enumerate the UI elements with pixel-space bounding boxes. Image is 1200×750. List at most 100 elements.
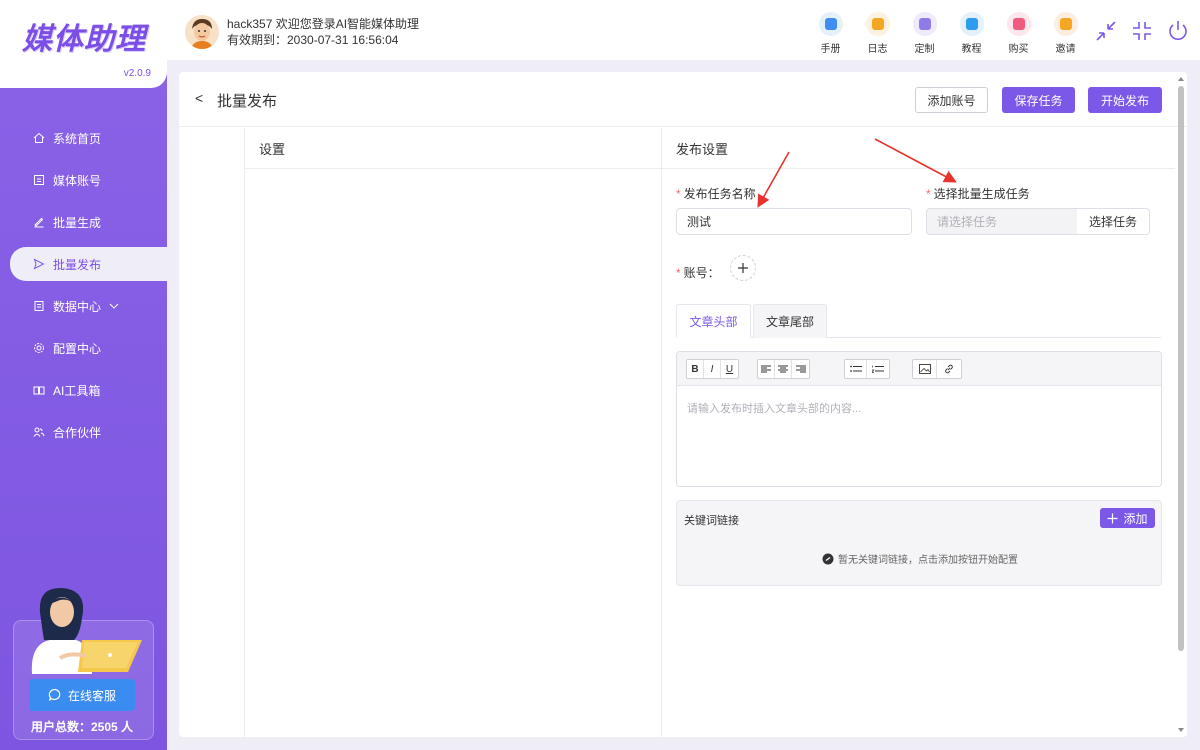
tool-manual[interactable]: 手册 [807,12,854,55]
online-service-button[interactable]: 在线客服 [29,679,135,711]
home-icon [33,132,45,144]
custom-icon [912,12,937,36]
add-keyword-button[interactable]: 添加 [1100,508,1155,528]
required-mark: * [926,187,931,201]
tool-label: 定制 [914,44,935,55]
keyword-links-title: 关键词链接 [684,515,739,527]
account-icon [33,174,45,186]
sidebar-nav: 系统首页 媒体账号 批量生成 批量发布 数据中心 配置中心 AI工具箱 合作伙伴 [0,117,167,453]
user-count: 用户总数：2505 人 [31,720,134,734]
tool-label: 手册 [820,44,841,55]
start-publish-button[interactable]: 开始发布 [1088,87,1162,113]
sidebar-item-batch-generate[interactable]: 批量生成 [0,201,167,243]
sidebar-item-config-center[interactable]: 配置中心 [0,327,167,369]
tool-label: 教程 [961,44,982,55]
sidebar: 媒体助理 v2.0.9 系统首页 媒体账号 批量生成 批量发布 数据中心 配置中… [0,0,167,750]
tool-invite[interactable]: 邀请 [1042,12,1089,55]
keyword-empty-state: 暂无关键词链接，点击添加按钮开始配置 [822,551,1018,566]
select-task-input[interactable]: 请选择任务 [926,208,1078,235]
bold-button[interactable]: B [687,360,704,378]
header-toolbar: 手册 日志 定制 教程 购买 邀请 [807,12,1089,55]
left-strip [179,128,245,737]
scroll-up-icon[interactable] [1175,74,1187,84]
insert-group [912,359,962,379]
add-keyword-label: 添加 [1123,511,1148,526]
toolbox-icon [33,384,45,396]
keyword-links-panel: 关键词链接 添加 暂无关键词链接，点击添加按钮开始配置 [676,500,1162,586]
sidebar-item-label: 系统首页 [53,131,102,146]
tool-purchase[interactable]: 购买 [995,12,1042,55]
pen-icon [33,216,45,228]
save-task-button[interactable]: 保存任务 [1002,87,1075,113]
purchase-icon [1006,12,1031,36]
page-topbar: < 批量发布 添加账号 保存任务 开始发布 [179,72,1187,127]
select-task-button[interactable]: 选择任务 [1077,208,1150,235]
log-icon [865,12,890,36]
vertical-scrollbar[interactable] [1175,72,1187,737]
sidebar-item-label: AI工具箱 [53,383,101,398]
sidebar-item-label: 数据中心 [53,299,102,314]
italic-button[interactable]: I [704,360,721,378]
tool-tutorial[interactable]: 教程 [948,12,995,55]
sidebar-item-media-accounts[interactable]: 媒体账号 [0,159,167,201]
rich-text-editor: B I U 请输入发布时插入文章头部的内容... [676,351,1162,487]
editor-placeholder[interactable]: 请输入发布时插入文章头部的内容... [687,400,861,416]
page-title: 批量发布 [217,93,278,110]
required-mark: * [676,266,681,280]
list-group [844,359,890,379]
shrink-icon[interactable] [1094,19,1118,43]
chat-icon [48,688,61,701]
tool-custom[interactable]: 定制 [901,12,948,55]
settings-panel: 设置 [245,128,662,737]
tutorial-icon [959,12,984,36]
account-label-text: 账号： [683,266,720,280]
align-left-icon[interactable] [758,360,775,378]
partner-icon [33,426,45,438]
select-task-label-text: 选择批量生成任务 [933,187,1030,201]
app-logo[interactable]: 媒体助理 [22,14,146,58]
format-group: B I U [686,359,739,379]
scrollbar-thumb[interactable] [1178,86,1184,651]
editor-toolbar: B I U [677,352,1161,386]
tool-log[interactable]: 日志 [854,12,901,55]
sidebar-item-batch-publish[interactable]: 批量发布 [10,247,167,281]
add-account-plus-button[interactable] [730,255,756,281]
back-button[interactable]: < [195,90,203,106]
task-name-input[interactable]: 测试 [676,208,912,235]
sidebar-item-partners[interactable]: 合作伙伴 [0,411,167,453]
sidebar-item-label: 媒体账号 [53,173,102,188]
sidebar-item-label: 批量生成 [53,215,102,230]
tab-article-header[interactable]: 文章头部 [676,304,751,338]
invite-icon [1053,12,1078,36]
plus-icon [1107,513,1118,523]
sidebar-item-ai-toolbox[interactable]: AI工具箱 [0,369,167,411]
align-right-icon[interactable] [792,360,809,378]
avatar[interactable] [185,15,219,49]
keyword-empty-text: 暂无关键词链接，点击添加按钮开始配置 [838,555,1018,566]
chevron-down-icon [109,301,119,312]
image-icon[interactable] [913,360,937,378]
sidebar-item-home[interactable]: 系统首页 [0,117,167,159]
underline-button[interactable]: U [721,360,738,378]
tool-label: 日志 [867,44,888,55]
sidebar-item-data-center[interactable]: 数据中心 [0,285,167,327]
bullet-list-icon[interactable] [845,360,867,378]
sidebar-item-label: 配置中心 [53,341,102,356]
align-center-icon[interactable] [775,360,792,378]
fullscreen-exit-icon[interactable] [1130,19,1154,43]
align-group [757,359,810,379]
publish-settings-header: 发布设置 [662,128,1175,169]
send-icon [33,258,45,270]
numbered-list-icon[interactable] [867,360,889,378]
link-icon[interactable] [937,360,961,378]
sidebar-item-label: 批量发布 [53,257,102,272]
sidebar-item-label: 合作伙伴 [53,425,102,440]
account-label: * 账号： [676,264,720,281]
add-account-button[interactable]: 添加账号 [915,87,988,113]
tab-article-footer[interactable]: 文章尾部 [753,304,827,338]
scroll-down-icon[interactable] [1175,725,1187,735]
tool-label: 购买 [1008,44,1029,55]
settings-header: 设置 [245,128,661,169]
power-icon[interactable] [1166,19,1190,43]
welcome-info: hack357 欢迎您登录AI智能媒体助理 有效期到：2030-07-31 16… [227,16,419,48]
